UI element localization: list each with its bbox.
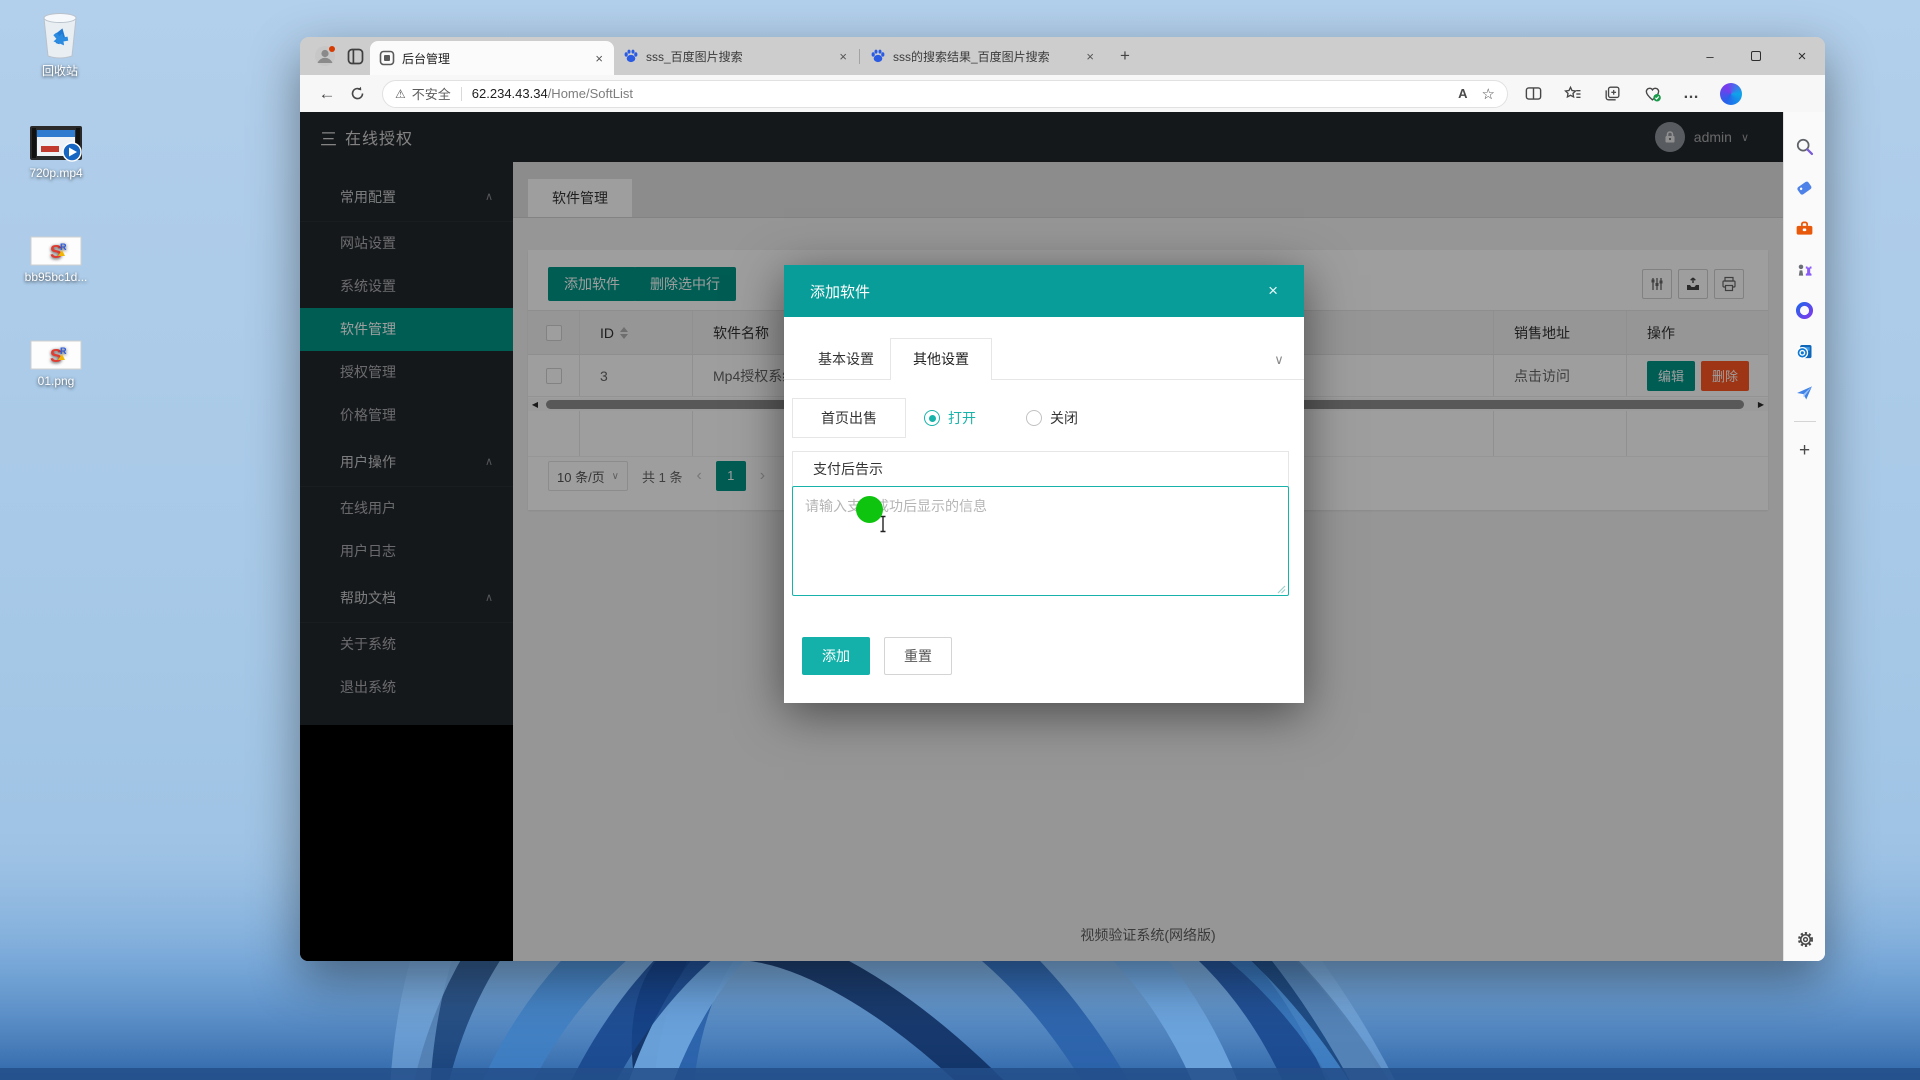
desktop-icon-label: bb95bc1d... (4, 270, 108, 284)
url-path: /Home/SoftList (548, 86, 633, 101)
image-file-icon: S R (30, 340, 82, 370)
sidebar-games-button[interactable] (1784, 249, 1826, 290)
maximize-icon (1751, 51, 1761, 61)
desktop-icon-recycle-bin[interactable]: 回收站 (8, 8, 112, 78)
tab-strip: 后台管理 × sss_百度图片搜索 × sss的搜索结果_百度图 (300, 37, 1825, 75)
split-screen-icon[interactable] (1524, 84, 1543, 103)
radio-selected-icon[interactable] (924, 410, 940, 426)
modal-reset-button[interactable]: 重置 (884, 637, 952, 675)
back-button[interactable]: ← (312, 79, 342, 109)
video-file-icon (28, 124, 84, 162)
desktop-icon-label: 01.png (4, 374, 108, 388)
sidebar-search-button[interactable] (1784, 126, 1826, 167)
copilot-icon[interactable] (1720, 83, 1742, 105)
radio-unselected-icon[interactable] (1026, 410, 1042, 426)
site-favicon (379, 50, 395, 66)
browser-essentials-icon[interactable] (1642, 84, 1663, 104)
radio-close-label: 关闭 (1050, 408, 1078, 428)
browser-tab-baidu-images[interactable]: sss_百度图片搜索 × (614, 37, 858, 75)
svg-text:R: R (60, 346, 67, 356)
microsoft365-icon (1794, 300, 1815, 321)
outlook-icon (1794, 341, 1815, 362)
tab-title: sss的搜索结果_百度图片搜索 (893, 48, 1077, 65)
desktop-icon-video-file[interactable]: 720p.mp4 (4, 124, 108, 180)
window-controls: – × (1687, 37, 1825, 75)
tab-close-icon[interactable]: × (837, 49, 849, 64)
resize-handle-icon[interactable] (1277, 585, 1286, 594)
desktop-icon-image-bb95[interactable]: S R bb95bc1d... (4, 236, 108, 284)
shopping-tag-icon (1794, 177, 1815, 198)
sidebar-microsoft365-button[interactable] (1784, 290, 1826, 331)
games-chess-icon (1794, 259, 1815, 280)
not-secure-warning-icon: ⚠ (395, 87, 406, 101)
tab-divider (859, 49, 860, 64)
refresh-icon (350, 86, 365, 101)
tab-close-icon[interactable]: × (593, 51, 605, 66)
tab-basic-settings[interactable]: 基本设置 (806, 338, 886, 380)
radio-open-label: 打开 (948, 408, 976, 428)
admin-panel: 三 在线授权 admin ∨ (300, 112, 1783, 961)
profile-icon (314, 45, 336, 67)
security-label[interactable]: 不安全 (412, 84, 451, 103)
favorite-star-icon[interactable]: ☆ (1482, 85, 1495, 103)
tab-actions-menu[interactable] (340, 41, 370, 71)
new-tab-button[interactable]: + (1111, 42, 1139, 70)
settings-more-icon[interactable]: … (1683, 85, 1700, 103)
edge-sidebar: + (1783, 112, 1825, 961)
browser-tab-admin[interactable]: 后台管理 × (370, 41, 614, 75)
address-bar[interactable]: ⚠ 不安全 62.234.43.34 /Home/SoftList A ☆ (382, 80, 1508, 108)
toolbox-icon (1794, 218, 1815, 239)
address-divider (461, 87, 462, 101)
sidebar-shopping-button[interactable] (1784, 167, 1826, 208)
recycle-bin-icon (36, 8, 84, 60)
payment-notice-label: 支付后告示 (792, 451, 1289, 487)
baidu-favicon (623, 48, 639, 64)
refresh-button[interactable] (342, 79, 372, 109)
cursor-position-indicator (856, 496, 883, 523)
sidebar-settings-button[interactable] (1784, 930, 1825, 949)
modal-tab-bar: 基本设置 其他设置 ∨ (784, 338, 1304, 380)
profile-avatar[interactable] (310, 41, 340, 71)
toolbar-icons: … (1524, 83, 1742, 105)
sidebar-outlook-button[interactable] (1784, 331, 1826, 372)
window-close-button[interactable]: × (1779, 37, 1825, 75)
browser-toolbar: ← ⚠ 不安全 62.234.43.34 /Home/SoftList A ☆ (300, 75, 1825, 112)
tab-close-icon[interactable]: × (1084, 49, 1096, 64)
desktop-icon-label: 720p.mp4 (4, 166, 108, 180)
tab-other-settings[interactable]: 其他设置 (890, 338, 992, 380)
read-aloud-icon[interactable]: A (1458, 86, 1467, 101)
baidu-favicon (870, 48, 886, 64)
radio-close[interactable]: 关闭 (1026, 398, 1078, 438)
favorites-icon[interactable] (1563, 84, 1583, 104)
sidebar-divider (1794, 421, 1816, 422)
sidebar-drop-button[interactable] (1784, 372, 1826, 413)
browser-content: 三 在线授权 admin ∨ (300, 112, 1825, 961)
browser-window: 后台管理 × sss_百度图片搜索 × sss的搜索结果_百度图 (300, 37, 1825, 961)
desktop-icon-label: 回收站 (8, 64, 112, 78)
window-minimize-button[interactable]: – (1687, 37, 1733, 75)
svg-text:R: R (60, 242, 67, 252)
sidebar-customize-button[interactable]: + (1784, 430, 1826, 471)
desktop-icon-image-01png[interactable]: S R 01.png (4, 340, 108, 388)
workspaces-icon (347, 48, 364, 65)
tab-title: sss_百度图片搜索 (646, 48, 830, 65)
browser-tab-baidu-results[interactable]: sss的搜索结果_百度图片搜索 × (861, 37, 1105, 75)
search-icon (1794, 136, 1815, 157)
radio-open[interactable]: 打开 (924, 398, 976, 438)
modal-close-icon[interactable]: × (1268, 281, 1278, 301)
gear-icon (1796, 930, 1815, 949)
modal-title: 添加软件 (810, 281, 870, 302)
collections-icon[interactable] (1603, 84, 1622, 103)
tab-title: 后台管理 (402, 50, 586, 67)
image-file-icon: S R (30, 236, 82, 266)
paper-plane-icon (1794, 382, 1815, 403)
url-host: 62.234.43.34 (472, 86, 548, 101)
add-software-modal: 添加软件 × 基本设置 其他设置 ∨ 首页出售 打开 关闭 支付后告示 (784, 265, 1304, 703)
modal-header: 添加软件 × (784, 265, 1304, 317)
window-maximize-button[interactable] (1733, 37, 1779, 75)
homepage-sale-label: 首页出售 (792, 398, 906, 438)
tab-overflow-chevron-icon[interactable]: ∨ (1264, 340, 1294, 380)
modal-submit-button[interactable]: 添加 (802, 637, 870, 675)
sidebar-tools-button[interactable] (1784, 208, 1826, 249)
